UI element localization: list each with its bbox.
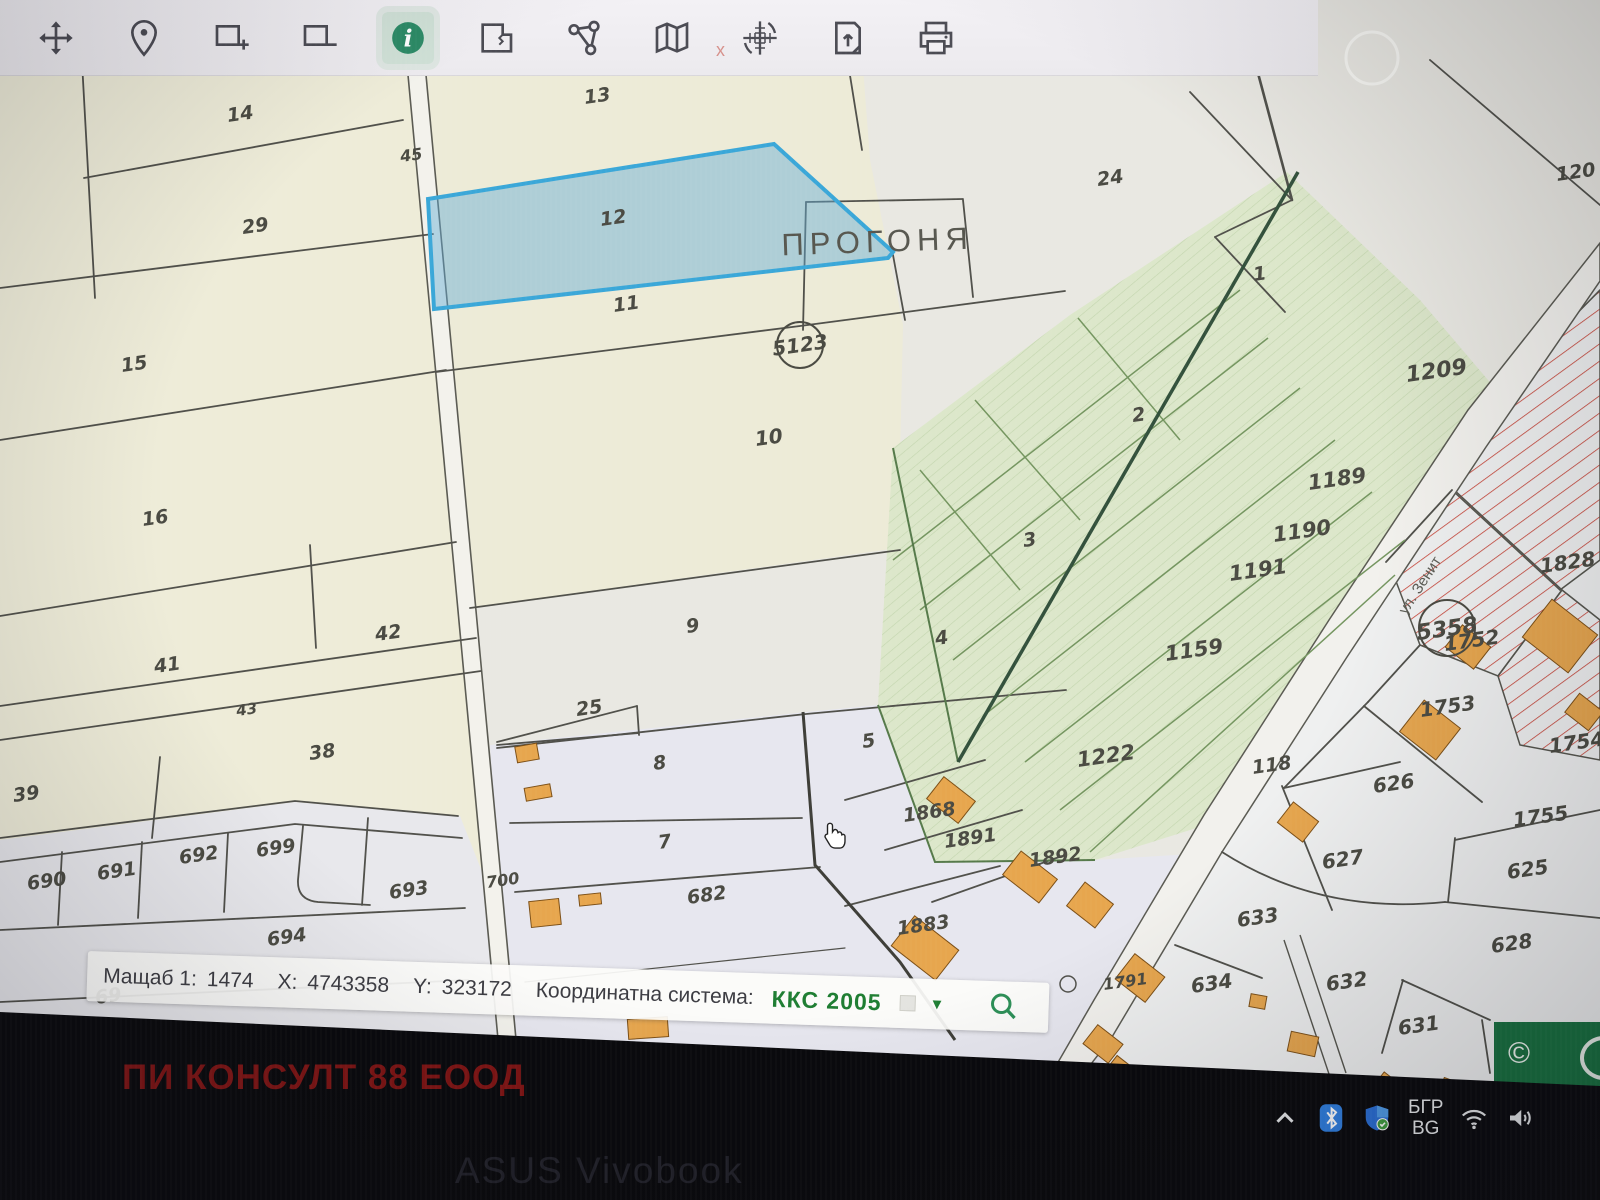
y-label: Y:	[413, 975, 432, 1000]
parcel-label: 42	[373, 620, 403, 646]
scale-value: 1474	[206, 968, 253, 994]
laptop-screen-photo: ПРОГОНЯ ул. Зенит 1429151641424338396906…	[0, 0, 1600, 1200]
parcel-label: 13	[583, 83, 612, 108]
parcel-label: 43	[234, 699, 258, 720]
parcel-label: 24	[1096, 165, 1125, 190]
parcel-label: 39	[12, 781, 41, 806]
zoom-in-box-button[interactable]	[206, 12, 258, 64]
zoom-out-box-button[interactable]	[294, 12, 346, 64]
pan-tool-button[interactable]	[30, 12, 82, 64]
scale-label: Мащаб 1:	[103, 965, 197, 992]
export-page-button[interactable]	[822, 12, 874, 64]
volume-icon[interactable]	[1505, 1103, 1535, 1133]
copyright-symbol: ©	[1508, 1037, 1530, 1071]
parcel-label: 45	[398, 144, 424, 166]
stray-red-x-mark: x	[716, 40, 725, 61]
crs-value[interactable]: ККС 2005	[771, 985, 882, 1016]
parcel-label: 25	[575, 695, 604, 720]
place-label: ПРОГОНЯ	[781, 221, 974, 263]
toolbar: i	[0, 0, 1318, 76]
crs-dropdown-caret[interactable]: ▼	[929, 995, 944, 1012]
bluetooth-icon[interactable]	[1316, 1103, 1346, 1133]
hidden-icons-chevron[interactable]	[1270, 1103, 1300, 1133]
parcel-label: 41	[152, 652, 182, 678]
location-pin-button[interactable]	[118, 12, 170, 64]
parcel-label: 11	[612, 291, 641, 316]
search-magnifier-icon[interactable]	[988, 991, 1019, 1022]
print-button[interactable]	[910, 12, 962, 64]
parcel-label: 14	[226, 101, 255, 126]
parcel-label: 16	[141, 505, 170, 530]
language-indicator[interactable]: БГР BG	[1408, 1097, 1443, 1139]
parcel-label: 10	[753, 423, 784, 451]
crs-label: Координатна система:	[535, 979, 754, 1010]
copyright-partial-glyph	[1580, 1036, 1600, 1080]
coordinate-axes-button[interactable]	[734, 12, 786, 64]
language-secondary: BG	[1408, 1118, 1443, 1139]
parcel-label: 38	[308, 739, 337, 764]
svg-text:i: i	[404, 24, 413, 52]
x-value: 4743358	[307, 971, 390, 998]
language-primary: БГР	[1408, 1097, 1443, 1118]
polygon-measure-button[interactable]	[470, 12, 522, 64]
taskbar: БГР BG	[1270, 1088, 1600, 1148]
parcel-label: 29	[241, 213, 270, 238]
device-brand-text: ASUS Vivobook	[455, 1150, 744, 1192]
crs-small-box	[899, 995, 916, 1012]
watermark-text: ПИ КОНСУЛТ 88 ЕООД	[122, 1058, 526, 1098]
map-copyright-box: ©	[1494, 1022, 1600, 1086]
share-nodes-button[interactable]	[558, 12, 610, 64]
x-label: X:	[277, 970, 298, 995]
windows-security-icon[interactable]	[1362, 1103, 1392, 1133]
info-tool-button[interactable]: i	[382, 12, 434, 64]
parcel-label: 15	[120, 351, 149, 376]
map-button[interactable]	[646, 12, 698, 64]
y-value: 323172	[441, 976, 512, 1002]
parcel-label: 12	[599, 205, 628, 230]
wifi-icon[interactable]	[1459, 1103, 1489, 1133]
